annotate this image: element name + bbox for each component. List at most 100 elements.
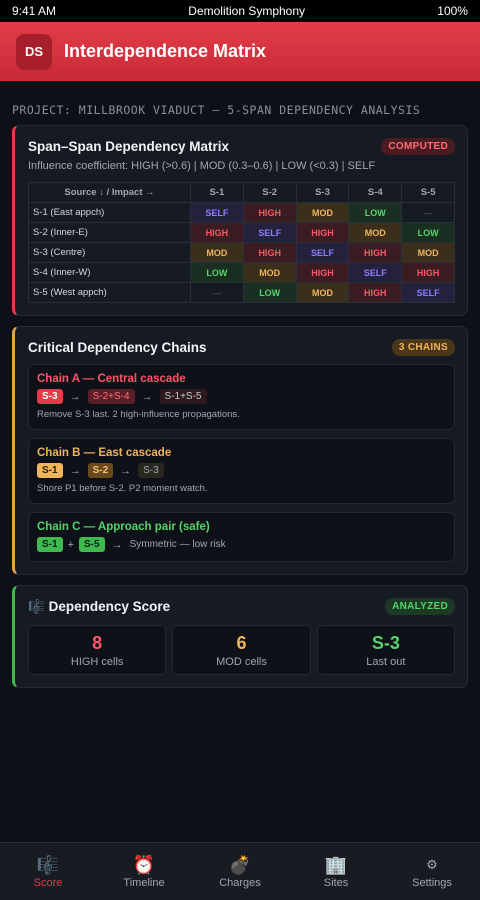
matrix-cell[interactable]: SELF: [348, 262, 403, 283]
status-time: 9:41 AM: [12, 4, 57, 18]
matrix-column-header: S-4: [348, 182, 403, 203]
page-title: Interdependence Matrix: [64, 41, 267, 61]
matrix-cell[interactable]: HIGH: [295, 262, 350, 283]
score-label: Last out: [366, 655, 406, 668]
music-score-icon: 🎼: [28, 598, 45, 614]
tab-sites[interactable]: 🏢 Sites: [288, 843, 384, 900]
matrix-cell[interactable]: LOW: [401, 222, 455, 243]
tab-settings[interactable]: ⚙ Settings: [384, 843, 480, 900]
matrix-row-label: S-3 (Centre): [28, 242, 191, 263]
chain-note: Shore P1 before S-2. P2 moment watch.: [37, 483, 208, 494]
analyzed-badge: ANALYZED: [385, 598, 455, 615]
chain-b[interactable]: Chain B — East cascade S-1 → S-2 → S-3 S…: [28, 438, 455, 504]
chain-step-chip: S-2+S-4: [87, 389, 135, 404]
score-tile-last-out[interactable]: S-3 Last out: [316, 625, 455, 675]
chains-card: Critical Dependency Chains 3 CHAINS Chai…: [12, 326, 468, 575]
matrix-cell[interactable]: MOD: [190, 242, 244, 263]
arrow-right-icon: →: [111, 538, 123, 551]
matrix-cell[interactable]: SELF: [190, 202, 244, 223]
status-bar: 9:41 AM Demolition Symphony 100%: [0, 0, 480, 22]
score-tile-mod[interactable]: 6 MOD cells: [172, 625, 311, 675]
music-score-icon: 🎼: [36, 854, 60, 875]
matrix-cell[interactable]: HIGH: [295, 222, 350, 243]
chain-title: Chain A — Central cascade: [37, 373, 186, 385]
chains-title: Critical Dependency Chains: [28, 340, 207, 355]
score-label: MOD cells: [216, 655, 267, 668]
matrix-column-header: S-3: [295, 182, 350, 203]
bottom-tab-bar: 🎼 Score ⏰ Timeline 💣 Charges 🏢 Sites ⚙ S…: [0, 842, 480, 900]
matrix-corner-header: Source ↓ / Impact →: [28, 182, 191, 203]
chain-step-chip: S-1: [37, 463, 63, 478]
matrix-cell[interactable]: HIGH: [348, 282, 403, 303]
building-icon: 🏢: [324, 854, 348, 875]
matrix-cell[interactable]: LOW: [348, 202, 403, 223]
matrix-cell[interactable]: HIGH: [242, 242, 297, 263]
matrix-cell[interactable]: HIGH: [242, 202, 297, 223]
score-title-text: Dependency Score: [48, 598, 171, 614]
tab-label: Settings: [412, 876, 452, 889]
arrow-right-icon: →: [69, 464, 81, 477]
chain-step-chip: S-2: [87, 463, 114, 478]
chains-count-badge: 3 CHAINS: [391, 339, 455, 356]
matrix-row: S-1 (East appch) SELF HIGH MOD LOW —: [28, 202, 455, 223]
chain-step-chip: S-1+S-5: [159, 389, 207, 404]
matrix-title: Span–Span Dependency Matrix: [28, 139, 230, 154]
matrix-cell[interactable]: SELF: [295, 242, 350, 263]
chain-title: Chain C — Approach pair (safe): [37, 521, 210, 533]
score-value: 8: [92, 632, 103, 653]
app-logo[interactable]: DS: [16, 33, 52, 70]
chain-note: Symmetric — low risk: [129, 539, 226, 550]
matrix-cell[interactable]: SELF: [401, 282, 455, 303]
matrix-cell[interactable]: LOW: [190, 262, 244, 283]
score-card: 🎼 Dependency Score ANALYZED 8 HIGH cells…: [12, 585, 468, 688]
tab-label: Charges: [219, 876, 261, 889]
matrix-row: S-2 (Inner-E) HIGH SELF HIGH MOD LOW: [28, 222, 455, 243]
chain-a[interactable]: Chain A — Central cascade S-3 → S-2+S-4 …: [28, 364, 455, 430]
computed-badge: COMPUTED: [381, 138, 455, 155]
status-battery: 100%: [437, 4, 468, 18]
matrix-row-label: S-4 (Inner-W): [28, 262, 191, 283]
matrix-cell[interactable]: —: [190, 282, 244, 303]
matrix-row: S-3 (Centre) MOD HIGH SELF HIGH MOD: [28, 242, 455, 263]
score-value: 6: [236, 632, 247, 653]
matrix-cell[interactable]: MOD: [401, 242, 455, 263]
matrix-cell[interactable]: SELF: [242, 222, 297, 243]
matrix-row-label: S-5 (West appch): [28, 282, 191, 303]
status-title: Demolition Symphony: [188, 4, 306, 18]
matrix-cell[interactable]: MOD: [295, 282, 350, 303]
chain-title: Chain B — East cascade: [37, 447, 172, 459]
chain-step-chip: S-3: [37, 389, 63, 404]
matrix-cell[interactable]: MOD: [348, 222, 403, 243]
matrix-cell[interactable]: HIGH: [348, 242, 403, 263]
matrix-row-label: S-2 (Inner-E): [28, 222, 191, 243]
tab-label: Score: [33, 876, 63, 889]
matrix-cell[interactable]: HIGH: [190, 222, 244, 243]
tab-label: Sites: [323, 876, 349, 889]
score-title: 🎼 Dependency Score: [28, 599, 170, 615]
bomb-icon: 💣: [228, 854, 252, 875]
chain-step-chip: S-5: [79, 537, 105, 552]
tab-charges[interactable]: 💣 Charges: [192, 843, 288, 900]
matrix-legend: Influence coefficient: HIGH (>0.6) | MOD…: [28, 160, 376, 172]
matrix-cell[interactable]: LOW: [242, 282, 297, 303]
tab-timeline[interactable]: ⏰ Timeline: [96, 843, 192, 900]
score-tile-high[interactable]: 8 HIGH cells: [28, 625, 167, 675]
app-header: DS Interdependence Matrix: [0, 22, 480, 81]
matrix-card: Span–Span Dependency Matrix COMPUTED Inf…: [12, 125, 468, 316]
matrix-cell[interactable]: MOD: [295, 202, 350, 223]
dependency-matrix: Source ↓ / Impact → S-1 S-2 S-3 S-4 S-5 S-1 …: [28, 182, 455, 303]
chain-c[interactable]: Chain C — Approach pair (safe) S-1 + S-5…: [28, 512, 455, 562]
matrix-row-label: S-1 (East appch): [28, 202, 191, 223]
score-label: HIGH cells: [70, 655, 124, 668]
tab-score[interactable]: 🎼 Score: [0, 843, 96, 900]
matrix-cell[interactable]: MOD: [242, 262, 297, 283]
score-value: S-3: [371, 632, 400, 653]
chain-note: Remove S-3 last. 2 high-influence propag…: [37, 409, 240, 420]
matrix-cell[interactable]: HIGH: [401, 262, 455, 283]
chain-step-chip: S-3: [138, 463, 164, 478]
matrix-row: S-4 (Inner-W) LOW MOD HIGH SELF HIGH: [28, 262, 455, 283]
arrow-right-icon: →: [69, 390, 81, 403]
matrix-cell[interactable]: —: [401, 202, 455, 223]
alarm-clock-icon: ⏰: [132, 854, 156, 875]
plus-joiner: +: [67, 538, 74, 551]
